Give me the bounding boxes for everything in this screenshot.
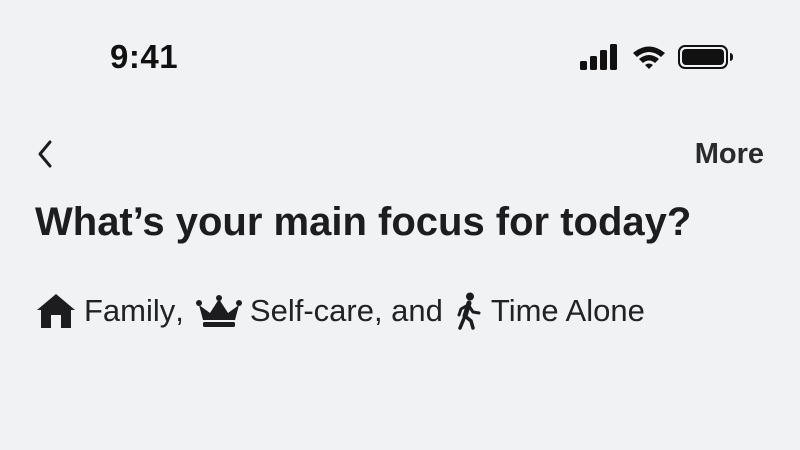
focus-item-separator: , and	[373, 293, 443, 328]
page-title: What’s your main focus for today?	[35, 200, 692, 244]
focus-item-label: Self-care	[249, 293, 374, 328]
crown-icon	[195, 295, 242, 327]
focus-item-label: Family	[84, 293, 176, 328]
status-bar: 9:41	[0, 0, 800, 100]
status-time: 9:41	[110, 38, 179, 75]
nav-bar: More	[0, 130, 800, 180]
focus-item-separator: ,	[175, 293, 184, 328]
more-button[interactable]: More	[695, 138, 764, 171]
focus-summary: Family , Self-care , and Time Alone	[36, 292, 645, 330]
battery-icon	[678, 44, 734, 70]
cellular-signal-icon	[580, 44, 620, 70]
walking-person-icon	[455, 292, 483, 330]
back-button[interactable]	[28, 136, 62, 176]
wifi-icon	[631, 44, 667, 70]
focus-item-label: Time Alone	[490, 293, 645, 328]
chevron-left-icon	[35, 139, 55, 174]
status-icons	[580, 44, 734, 70]
house-icon	[36, 293, 76, 329]
